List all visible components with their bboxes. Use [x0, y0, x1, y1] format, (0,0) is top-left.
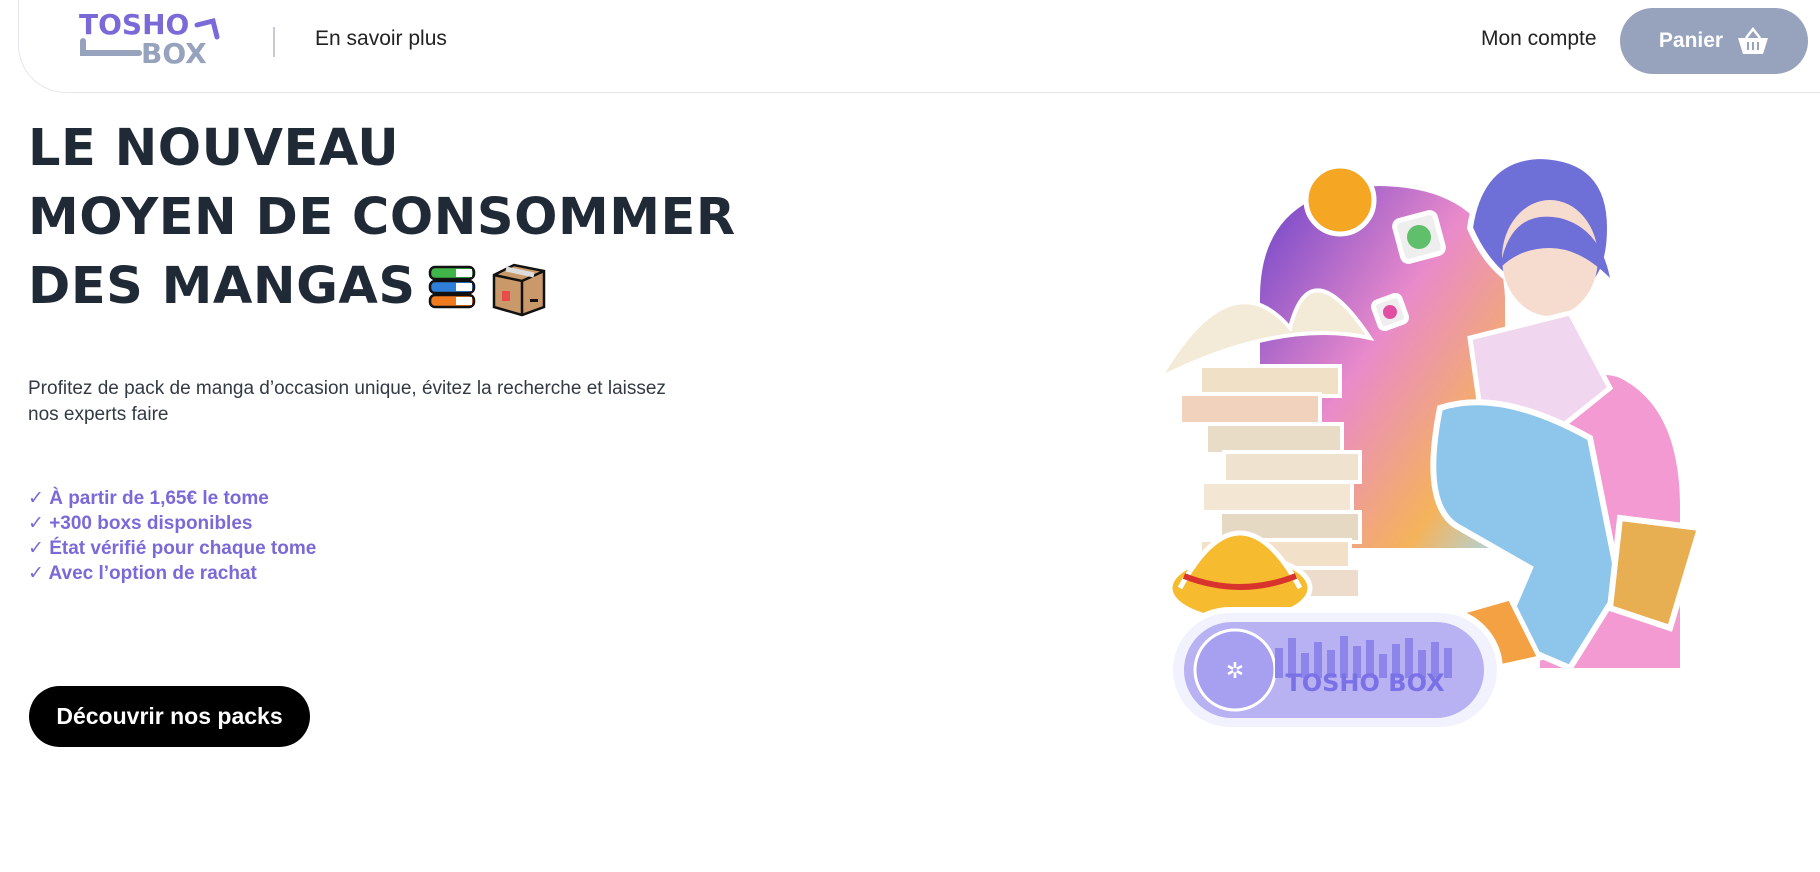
- features-list: ✓ À partir de 1,65€ le tome ✓ +300 boxs …: [28, 486, 316, 586]
- feature-item: ✓ À partir de 1,65€ le tome: [28, 488, 269, 509]
- svg-text:✲: ✲: [1226, 659, 1244, 684]
- discover-packs-button[interactable]: Découvrir nos packs: [29, 686, 310, 747]
- account-link[interactable]: Mon compte: [1481, 27, 1597, 51]
- cart-label: Panier: [1658, 29, 1724, 52]
- feature-item: ✓ État vérifié pour chaque tome: [28, 538, 317, 559]
- logo-text-bottom: BOX: [141, 37, 207, 69]
- cart-button[interactable]: Panier: [1620, 8, 1808, 74]
- hero-illustration: ✲ TOSHO BOX: [1154, 152, 1704, 733]
- basket-icon: [1738, 27, 1769, 54]
- books-emoji: [428, 265, 475, 309]
- feature-item: ✓ Avec l’option de rachat: [28, 563, 257, 584]
- top-navbar: TOSHO BOX En savoir plus Mon compte Pani…: [18, 0, 1820, 93]
- hero-title-line-3-text: DES MANGAS: [28, 257, 416, 316]
- nav-divider: [273, 27, 275, 57]
- package-emoji: [492, 263, 545, 317]
- badge-text: TOSHO BOX: [1285, 669, 1445, 697]
- hero-title-line-2: MOYEN DE CONSOMMER: [28, 188, 736, 247]
- toshobox-logo[interactable]: TOSHO BOX: [79, 7, 234, 69]
- hero-title-line-1: LE NOUVEAU: [28, 119, 400, 178]
- learn-more-link[interactable]: En savoir plus: [315, 27, 447, 51]
- hero-title-line-3: DES MANGAS: [28, 252, 736, 321]
- hero-title: LE NOUVEAU MOYEN DE CONSOMMER DES MANGAS: [28, 114, 736, 321]
- feature-item: ✓ +300 boxs disponibles: [28, 513, 253, 534]
- hero-subtitle: Profitez de pack de manga d’occasion uni…: [28, 378, 666, 425]
